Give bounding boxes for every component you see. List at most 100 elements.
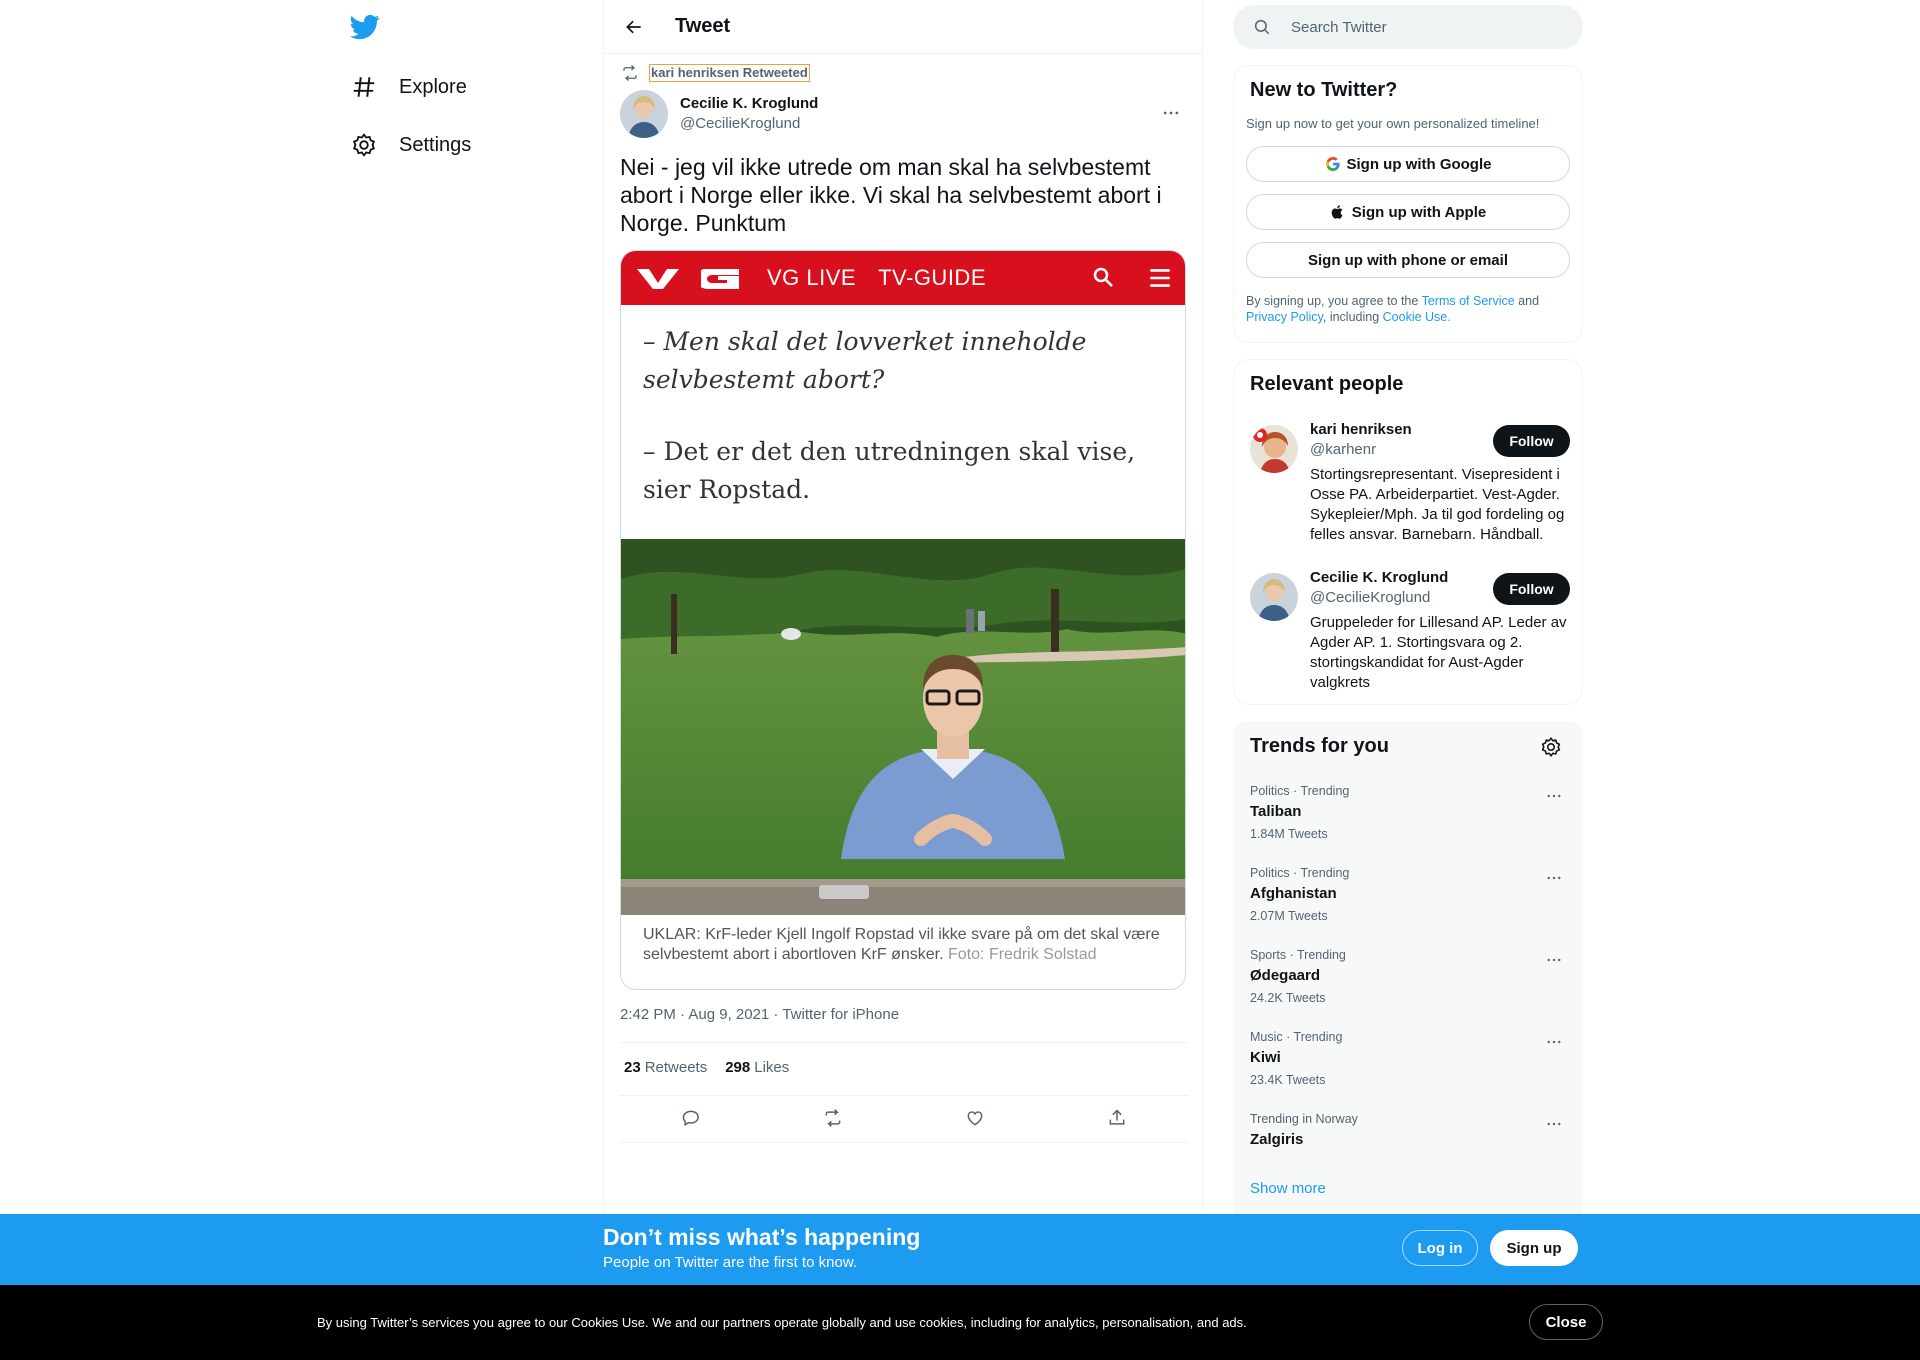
new-to-twitter-title: New to Twitter? <box>1250 79 1398 101</box>
trend-more-button[interactable] <box>1540 948 1568 972</box>
arrow-left-icon <box>626 20 641 33</box>
share-icon <box>1109 1109 1125 1125</box>
cookie-use-link[interactable]: Cookie Use. <box>1383 310 1451 324</box>
trend-count: 23.4K Tweets <box>1250 1073 1326 1087</box>
person-avatar[interactable] <box>1250 573 1298 621</box>
author-name[interactable]: Cecilie K. Kroglund <box>680 94 818 114</box>
tweet-author: Cecilie K. Kroglund @CecilieKroglund <box>620 90 1188 138</box>
article-quote-answer: – Det er det den utredningen skal vise, … <box>643 437 1136 504</box>
trend-item[interactable]: Politics · Trending Taliban 1.84M Tweets <box>1234 784 1582 866</box>
terms-text: By signing up, you agree to the <box>1246 294 1422 308</box>
retweet-button[interactable] <box>816 1101 850 1135</box>
search-icon <box>1093 267 1113 287</box>
like-button[interactable] <box>958 1101 992 1135</box>
relevant-people-title: Relevant people <box>1250 373 1404 395</box>
search-input[interactable] <box>1291 18 1551 36</box>
new-to-twitter-card: New to Twitter? Sign up now to get your … <box>1233 65 1583 343</box>
vg-live-link: VG LIVE <box>767 265 857 290</box>
retweeted-by-link[interactable]: kari henriksen Retweeted <box>649 64 810 82</box>
person-bio: Stortingsrepresentant. Visepresident i O… <box>1310 466 1565 543</box>
retweet-icon <box>825 1109 841 1127</box>
vg-header-bar: VG LIVE TV-GUIDE <box>621 251 1185 305</box>
retweets-label: Retweets <box>644 1059 708 1076</box>
nav-settings[interactable]: Settings <box>350 125 471 165</box>
tweet-header: Tweet <box>604 0 1202 54</box>
likes-stat[interactable]: 298 Likes <box>725 1059 789 1076</box>
trend-item[interactable]: Sports · Trending Ødegaard 24.2K Tweets <box>1234 948 1582 1030</box>
gear-icon <box>350 131 378 159</box>
trend-category: Sports · Trending <box>1250 948 1346 962</box>
heart-icon <box>967 1111 983 1126</box>
signup-phone-email-button[interactable]: Sign up with phone or email <box>1246 242 1570 278</box>
article-photo-caption: UKLAR: KrF-leder Kjell Ingolf Ropstad vi… <box>643 925 1163 965</box>
person-name[interactable]: Cecilie K. Kroglund <box>1310 569 1448 586</box>
trend-name: Kiwi <box>1250 1049 1281 1066</box>
trend-more-button[interactable] <box>1540 1112 1568 1136</box>
more-dots-icon <box>1547 958 1561 962</box>
trend-item[interactable]: Music · Trending Kiwi 23.4K Tweets <box>1234 1030 1582 1112</box>
signup-apple-label: Sign up with Apple <box>1351 203 1487 221</box>
signup-terms: By signing up, you agree to the Terms of… <box>1246 293 1576 325</box>
promo-subtitle: People on Twitter are the first to know. <box>603 1254 858 1271</box>
person-handle[interactable]: @CecilieKroglund <box>1310 589 1430 606</box>
cookie-text: By using Twitter’s services you agree to… <box>317 1315 1247 1330</box>
follow-button[interactable]: Follow <box>1493 425 1570 457</box>
terms-of-service-link[interactable]: Terms of Service <box>1422 294 1515 308</box>
signup-apple-button[interactable]: Sign up with Apple <box>1246 194 1570 230</box>
login-button[interactable]: Log in <box>1402 1230 1478 1266</box>
share-button[interactable] <box>1100 1101 1134 1135</box>
retweets-stat[interactable]: 23 Retweets <box>624 1059 707 1076</box>
search-box[interactable] <box>1233 5 1583 49</box>
signup-google-label: Sign up with Google <box>1346 155 1492 173</box>
divider <box>620 1142 1188 1143</box>
google-icon <box>1325 157 1340 171</box>
trend-more-button[interactable] <box>1540 784 1568 808</box>
trends-card: Trends for you Politics · Trending Talib… <box>1233 721 1583 1221</box>
likes-label: Likes <box>754 1059 790 1076</box>
person-bio: Gruppeleder for Lillesand AP. Leder av A… <box>1310 614 1567 691</box>
person-avatar[interactable] <box>1250 425 1298 473</box>
tweet-timestamp-source[interactable]: 2:42 PM · Aug 9, 2021 · Twitter for iPho… <box>620 1006 899 1023</box>
likes-count: 298 <box>725 1059 751 1076</box>
reply-button[interactable] <box>674 1101 708 1135</box>
page-title: Tweet <box>675 15 731 37</box>
back-button[interactable] <box>617 10 651 44</box>
person-name[interactable]: kari henriksen <box>1310 421 1412 438</box>
retweets-count: 23 <box>624 1059 641 1076</box>
person-handle[interactable]: @karhenr <box>1310 441 1376 458</box>
reply-icon <box>682 1110 699 1126</box>
author-handle[interactable]: @CecilieKroglund <box>680 114 818 134</box>
trend-name: Afghanistan <box>1250 885 1337 902</box>
vg-logo-icon <box>637 269 739 289</box>
retweeted-by-line: kari henriksen Retweeted <box>621 64 810 82</box>
twitter-logo-icon[interactable] <box>350 12 380 42</box>
tweet-detail-column: Tweet kari henriksen Retweeted Cecilie K… <box>603 0 1203 1214</box>
tweet-text: Nei - jeg vil ikke utrede om man skal ha… <box>620 154 1162 236</box>
trends-settings-button[interactable] <box>1540 736 1562 758</box>
trends-title: Trends for you <box>1250 735 1389 757</box>
nav-explore[interactable]: Explore <box>350 67 467 107</box>
signup-button[interactable]: Sign up <box>1490 1230 1578 1266</box>
more-dots-icon <box>1547 876 1561 880</box>
trend-more-button[interactable] <box>1540 1030 1568 1054</box>
tweet-actions <box>620 1100 1188 1136</box>
terms-text: , including <box>1322 310 1383 324</box>
cookie-banner: By using Twitter’s services you agree to… <box>0 1285 1920 1360</box>
show-more-link[interactable]: Show more <box>1250 1180 1326 1197</box>
terms-text: and <box>1514 294 1540 308</box>
tweet-media-image[interactable]: VG LIVE TV-GUIDE – Men skal det lovverke… <box>620 250 1186 990</box>
more-dots-icon <box>1163 111 1179 115</box>
follow-button[interactable]: Follow <box>1493 573 1570 605</box>
privacy-policy-link[interactable]: Privacy Policy <box>1246 310 1323 324</box>
nav-settings-label: Settings <box>399 133 472 156</box>
tweet-more-button[interactable] <box>1154 96 1188 130</box>
trend-item[interactable]: Politics · Trending Afghanistan 2.07M Tw… <box>1234 866 1582 948</box>
article-photo <box>621 539 1185 915</box>
trend-more-button[interactable] <box>1540 866 1568 890</box>
retweet-icon <box>621 64 639 82</box>
cookie-close-button[interactable]: Close <box>1529 1304 1603 1340</box>
signup-google-button[interactable]: Sign up with Google <box>1246 146 1570 182</box>
author-avatar[interactable] <box>620 90 668 138</box>
search-icon <box>1254 19 1270 35</box>
nav-explore-label: Explore <box>399 75 467 98</box>
